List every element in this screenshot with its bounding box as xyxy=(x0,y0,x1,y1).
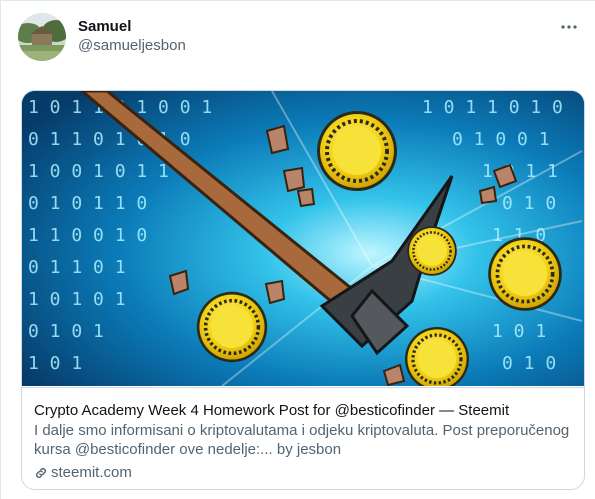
svg-text:1 0 1: 1 0 1 xyxy=(492,321,546,342)
svg-text:1 1 0 0 1 0: 1 1 0 0 1 0 xyxy=(28,225,147,246)
author-handle[interactable]: @samueljesbon xyxy=(78,36,186,56)
avatar[interactable] xyxy=(18,13,66,61)
svg-text:0 1 0: 0 1 0 xyxy=(502,193,556,214)
tweet: Samuel @samueljesbon 1 0 1 1 1 0 0 1 0 1… xyxy=(0,0,595,499)
link-preview-card[interactable]: 1 0 1 1 0 1 0 0 1 0 1 1 0 1 0 1 0 1 0 0 … xyxy=(21,90,585,490)
link-icon xyxy=(34,466,48,480)
card-description: I dalje smo informisani o kriptovalutama… xyxy=(34,422,570,458)
card-image[interactable]: 1 0 1 1 0 1 0 0 1 0 1 1 0 1 0 1 0 1 0 0 … xyxy=(22,91,584,386)
svg-text:1 0 1 1 0 1 0: 1 0 1 1 0 1 0 xyxy=(422,97,563,118)
card-domain-text: steemit.com xyxy=(51,464,132,481)
svg-text:1 0 0 1 0 1 1 0: 1 0 0 1 0 1 1 0 xyxy=(28,161,191,182)
author-display-name[interactable]: Samuel xyxy=(78,17,186,36)
card-title[interactable]: Crypto Academy Week 4 Homework Post for … xyxy=(34,401,572,420)
author-names: Samuel @samueljesbon xyxy=(78,17,186,56)
tweet-header: Samuel @samueljesbon xyxy=(18,13,186,61)
svg-text:0 1 0 1: 0 1 0 1 xyxy=(28,321,104,342)
svg-text:0 1 0 1 1 0: 0 1 0 1 1 0 xyxy=(28,193,147,214)
svg-text:1 0 1 0 1: 1 0 1 0 1 xyxy=(28,289,126,310)
svg-text:0 1 0: 0 1 0 xyxy=(502,353,556,374)
svg-text:0 1 0 0 1: 0 1 0 0 1 xyxy=(452,129,550,150)
more-horizontal-icon[interactable] xyxy=(557,15,581,39)
svg-text:0 1 1 0 1: 0 1 1 0 1 xyxy=(28,257,126,278)
card-domain[interactable]: steemit.com xyxy=(34,463,572,483)
card-text[interactable]: Crypto Academy Week 4 Homework Post for … xyxy=(22,387,584,489)
svg-text:1 0 1: 1 0 1 xyxy=(28,353,82,374)
